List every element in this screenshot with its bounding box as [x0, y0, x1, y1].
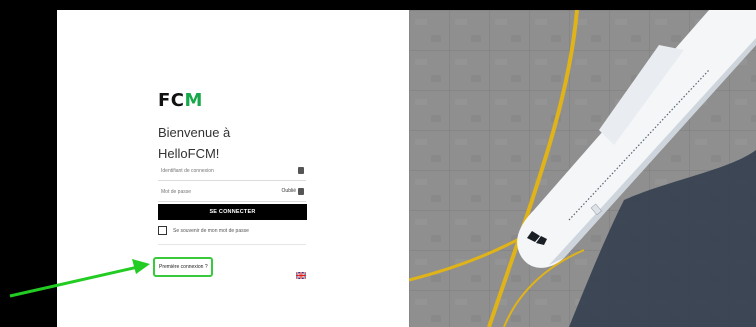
green-arrow-icon — [9, 259, 150, 298]
